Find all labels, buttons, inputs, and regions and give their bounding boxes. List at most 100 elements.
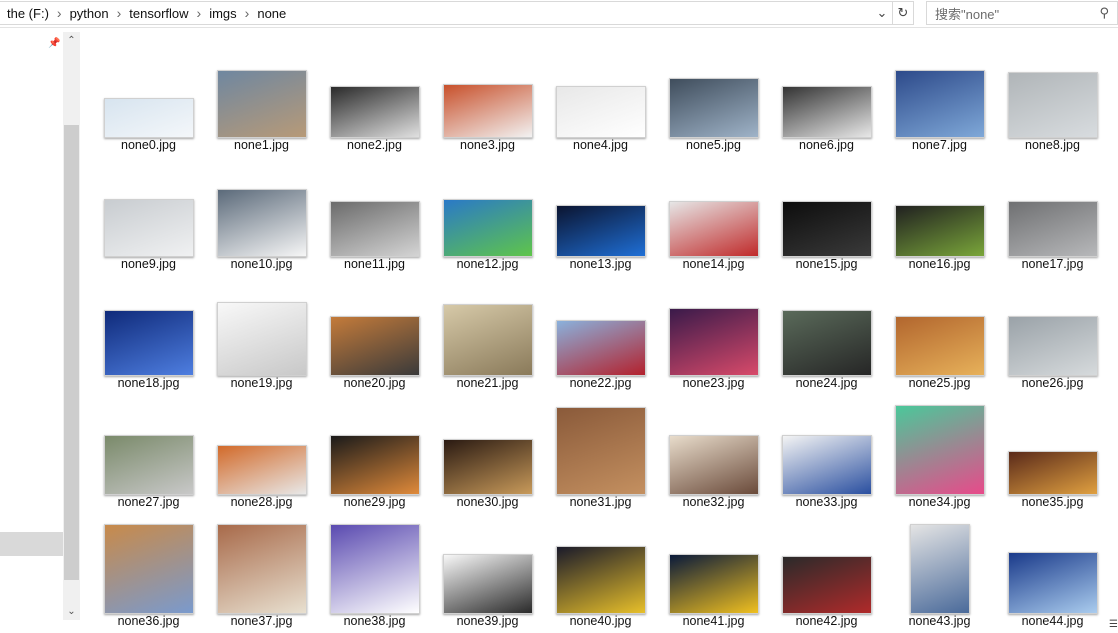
details-view-icon[interactable]: ☰ xyxy=(1096,619,1118,633)
file-name: none41.jpg xyxy=(682,614,745,628)
file-item[interactable]: none21.jpg xyxy=(431,298,544,416)
file-item[interactable]: none8.jpg xyxy=(996,60,1109,178)
image-thumbnail xyxy=(555,86,646,138)
toolbar: the (F:) › python › tensorflow › imgs › none ⌄ ↻… xyxy=(0,0,1118,28)
file-item[interactable]: none35.jpg xyxy=(996,417,1109,535)
nav-selected-item[interactable] xyxy=(0,532,63,556)
file-item[interactable]: none6.jpg xyxy=(770,60,883,178)
thumbnail-frame xyxy=(431,298,544,376)
file-item[interactable]: none17.jpg xyxy=(996,179,1109,297)
file-item[interactable]: none40.jpg xyxy=(544,536,657,630)
image-thumbnail xyxy=(1007,552,1098,614)
breadcrumb-item[interactable]: python xyxy=(66,6,113,21)
file-item[interactable]: none27.jpg xyxy=(92,417,205,535)
file-item[interactable]: none38.jpg xyxy=(318,524,431,630)
file-item[interactable]: none39.jpg xyxy=(431,536,544,630)
file-item[interactable]: none30.jpg xyxy=(431,417,544,535)
file-item[interactable]: none12.jpg xyxy=(431,179,544,297)
image-thumbnail xyxy=(668,435,759,495)
file-item[interactable]: none15.jpg xyxy=(770,179,883,297)
search-icon[interactable]: ⚲ xyxy=(1099,5,1109,21)
file-item[interactable]: none23.jpg xyxy=(657,298,770,416)
image-thumbnail xyxy=(216,189,307,257)
file-item[interactable]: none19.jpg xyxy=(205,298,318,416)
scroll-down-icon[interactable]: ⌄ xyxy=(63,603,80,620)
file-name: none35.jpg xyxy=(1021,495,1084,509)
file-name: none22.jpg xyxy=(569,376,632,390)
thumbnail-frame xyxy=(544,407,657,495)
breadcrumb-item[interactable]: imgs xyxy=(205,6,240,21)
file-item[interactable]: none9.jpg xyxy=(92,179,205,297)
file-item[interactable]: none18.jpg xyxy=(92,298,205,416)
thumbnail-frame xyxy=(205,524,318,614)
file-name: none18.jpg xyxy=(117,376,180,390)
chevron-right-icon[interactable]: › xyxy=(241,5,254,21)
file-item[interactable]: none13.jpg xyxy=(544,179,657,297)
file-item[interactable]: none25.jpg xyxy=(883,298,996,416)
file-name: none6.jpg xyxy=(799,138,854,152)
file-item[interactable]: none31.jpg xyxy=(544,407,657,535)
file-item[interactable]: none26.jpg xyxy=(996,298,1109,416)
thumbnail-frame xyxy=(431,60,544,138)
file-item[interactable]: none42.jpg xyxy=(770,536,883,630)
breadcrumb-item[interactable]: none xyxy=(253,6,290,21)
search-input[interactable]: 搜索"none" ⚲ xyxy=(926,1,1118,25)
file-item[interactable]: none44.jpg xyxy=(996,536,1109,630)
image-thumbnail xyxy=(781,556,872,614)
file-item[interactable]: none32.jpg xyxy=(657,417,770,535)
file-item[interactable]: none14.jpg xyxy=(657,179,770,297)
image-thumbnail xyxy=(555,546,646,614)
breadcrumb-item[interactable]: the (F:) xyxy=(3,6,53,21)
file-item[interactable]: none33.jpg xyxy=(770,417,883,535)
file-name: none9.jpg xyxy=(121,257,176,271)
scrollbar-thumb[interactable] xyxy=(64,125,79,580)
file-item[interactable]: none7.jpg xyxy=(883,60,996,178)
refresh-icon[interactable]: ↻ xyxy=(892,2,913,24)
file-name: none25.jpg xyxy=(908,376,971,390)
file-name: none30.jpg xyxy=(456,495,519,509)
file-item[interactable]: none16.jpg xyxy=(883,179,996,297)
vertical-scrollbar[interactable]: ⌃ ⌄ xyxy=(63,32,80,620)
chevron-right-icon[interactable]: › xyxy=(113,5,126,21)
pin-icon[interactable]: 📌 xyxy=(48,38,60,50)
file-item[interactable]: none3.jpg xyxy=(431,60,544,178)
file-item[interactable]: none43.jpg xyxy=(883,524,996,630)
thumbnail-frame xyxy=(996,536,1109,614)
file-item[interactable]: none28.jpg xyxy=(205,417,318,535)
chevron-down-icon[interactable]: ⌄ xyxy=(872,2,892,24)
thumbnail-frame xyxy=(205,417,318,495)
file-item[interactable]: none24.jpg xyxy=(770,298,883,416)
file-item[interactable]: none0.jpg xyxy=(92,60,205,178)
file-item[interactable]: none37.jpg xyxy=(205,524,318,630)
address-bar[interactable]: the (F:) › python › tensorflow › imgs › none ⌄ ↻ xyxy=(0,1,914,25)
file-name: none38.jpg xyxy=(343,614,406,628)
file-item[interactable]: none4.jpg xyxy=(544,60,657,178)
file-item[interactable]: none36.jpg xyxy=(92,524,205,630)
file-name: none16.jpg xyxy=(908,257,971,271)
image-thumbnail xyxy=(216,302,307,376)
file-item[interactable]: none10.jpg xyxy=(205,179,318,297)
image-thumbnail xyxy=(216,524,307,614)
file-item[interactable]: none29.jpg xyxy=(318,417,431,535)
scroll-up-icon[interactable]: ⌃ xyxy=(63,32,80,49)
file-item[interactable]: none5.jpg xyxy=(657,60,770,178)
file-item[interactable]: none34.jpg xyxy=(883,405,996,535)
file-name: none10.jpg xyxy=(230,257,293,271)
breadcrumb-item[interactable]: tensorflow xyxy=(125,6,192,21)
chevron-right-icon[interactable]: › xyxy=(53,5,66,21)
thumbnail-frame xyxy=(431,179,544,257)
file-item[interactable]: none2.jpg xyxy=(318,60,431,178)
thumbnail-frame xyxy=(92,417,205,495)
chevron-right-icon[interactable]: › xyxy=(193,5,206,21)
thumbnail-frame xyxy=(92,179,205,257)
file-name: none3.jpg xyxy=(460,138,515,152)
file-name: none5.jpg xyxy=(686,138,741,152)
file-name: none19.jpg xyxy=(230,376,293,390)
file-item[interactable]: none20.jpg xyxy=(318,298,431,416)
file-name: none44.jpg xyxy=(1021,614,1084,628)
file-item[interactable]: none11.jpg xyxy=(318,179,431,297)
file-name: none32.jpg xyxy=(682,495,745,509)
file-item[interactable]: none1.jpg xyxy=(205,60,318,178)
file-item[interactable]: none41.jpg xyxy=(657,536,770,630)
file-item[interactable]: none22.jpg xyxy=(544,298,657,416)
